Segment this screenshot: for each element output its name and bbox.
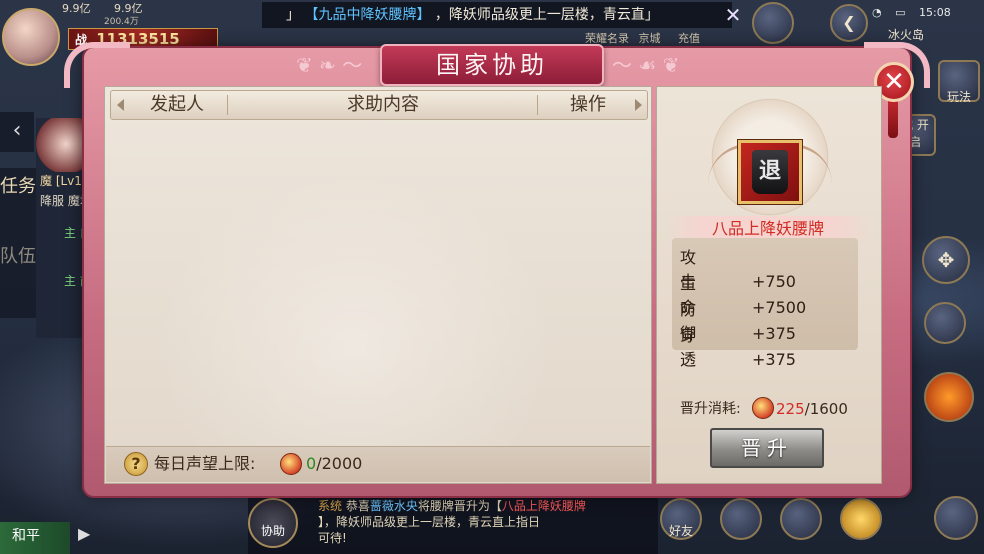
stat-value: +375 (752, 350, 796, 369)
attack-button[interactable] (924, 372, 974, 422)
header-initiator: 发起人 (150, 94, 204, 115)
skills-shortcut-button[interactable] (780, 498, 822, 540)
chat-player-name[interactable]: 蔷薇水央 (370, 499, 418, 513)
friends-button[interactable]: 好友 (660, 498, 702, 540)
chat-channel: 系统 (318, 499, 343, 513)
header-action: 操作 (570, 94, 606, 115)
marquee-close-icon[interactable]: ✕ (722, 4, 744, 26)
friends-label: 好友 (668, 524, 693, 538)
upgrade-button[interactable]: 晋升 (710, 428, 824, 468)
pk-mode-button[interactable]: 和平 (0, 522, 70, 554)
system-chat: 系统 恭喜蔷薇水央将腰牌晋升为【八品上降妖腰牌 】，降妖师品级更上一层楼，青云直… (248, 496, 658, 554)
chat-text: 】，降妖师品级更上一层楼，青云直上指日 (318, 515, 541, 529)
help-icon[interactable]: ? (124, 452, 148, 476)
wifi-icon: ◔ (872, 6, 882, 19)
stat-row: 防御 +375 (680, 298, 796, 343)
header-divider (537, 95, 538, 115)
title-ornament-left: ❦ ❧ ～ (296, 53, 363, 77)
social-button[interactable] (720, 498, 762, 540)
upgrade-coin-icon (752, 397, 774, 419)
dialog-title: 国家协助 (380, 44, 604, 86)
bottom-action-bar: 好友 (660, 498, 890, 548)
stat-row: 攻击 +750 (680, 246, 796, 291)
top-buttons: 荣耀名录 京城 充值 (585, 30, 725, 48)
video-icon[interactable]: ▶ (78, 524, 106, 548)
dpad-icon[interactable]: ✥ (922, 236, 970, 284)
reputation-value: 0/2000 (306, 453, 362, 475)
resource-gold: 9.9亿 (62, 2, 91, 15)
cost-max: /1600 (804, 400, 848, 418)
announcement-marquee: 」 【九品中降妖腰牌】 ，降妖师品级更上一层楼，青云直」 (262, 2, 732, 28)
player-avatar[interactable] (2, 8, 60, 66)
gameplay-label: 玩法 (946, 90, 971, 104)
marquee-text: ，降妖师品级更上一层楼，青云直」 (434, 7, 659, 23)
collapse-left-icon[interactable]: ‹ (0, 112, 34, 152)
chat-toggle-icon[interactable] (934, 496, 978, 540)
stat-row: 生命 +7500 (680, 272, 806, 317)
close-tassel (888, 100, 898, 138)
assist-label: 协助 (260, 524, 285, 538)
treasure-button[interactable] (840, 498, 882, 540)
clock: 15:08 (919, 6, 951, 19)
reputation-coin-icon (280, 453, 302, 475)
skill-button[interactable] (924, 302, 966, 344)
table-header: 发起人 求助内容 操作 (110, 90, 648, 120)
cost-current: 225 (776, 400, 805, 418)
chat-item-link[interactable]: 八品上降妖腰牌 (502, 499, 586, 513)
side-tabs: 任务 队伍 (0, 168, 36, 318)
marquee-item: 【九品中降妖腰牌】 (304, 7, 431, 23)
header-right-arrow-icon (635, 99, 642, 111)
header-left-arrow-icon (117, 99, 124, 111)
status-bar: ◔ ▭ 15:08 (872, 6, 982, 22)
stat-row: 穿透 +375 (680, 324, 796, 369)
chat-text: 恭喜 (345, 499, 370, 513)
back-arrow-icon[interactable]: ❮ (830, 4, 868, 42)
resource-sub: 200.4万 (104, 17, 139, 27)
header-content: 求助内容 (347, 94, 419, 115)
badge-item-icon: 退 (752, 150, 788, 194)
resource-bar: 9.9亿 9.9亿 (62, 0, 272, 16)
reputation-max: /2000 (316, 454, 363, 473)
title-ornament-right: ～ ☙ ❦ (612, 53, 680, 77)
capital-button[interactable]: 京城 (639, 32, 661, 45)
assist-button[interactable]: 协助 (248, 498, 298, 548)
header-divider (227, 95, 228, 115)
upgrade-cost-value: 225/1600 (776, 398, 848, 420)
marquee-prefix: 」 (286, 7, 300, 23)
tab-task[interactable]: 任务 (0, 174, 36, 244)
tab-team[interactable]: 队伍 (0, 244, 36, 314)
battery-icon: ▭ (895, 6, 906, 19)
gameplay-button[interactable]: 玩法 (938, 60, 980, 104)
upgrade-cost-label: 晋升消耗: (680, 401, 741, 417)
reputation-limit-label: 每日声望上限: (154, 454, 256, 473)
chat-text: 将腰牌晋升为【 (417, 499, 502, 513)
chat-text: 可待! (318, 531, 347, 545)
avatar-top-right[interactable] (752, 2, 794, 44)
reputation-current: 0 (306, 454, 317, 473)
assist-request-list[interactable] (110, 122, 648, 444)
stat-key: 穿透 (680, 326, 731, 369)
recharge-button[interactable]: 充值 (678, 32, 700, 45)
